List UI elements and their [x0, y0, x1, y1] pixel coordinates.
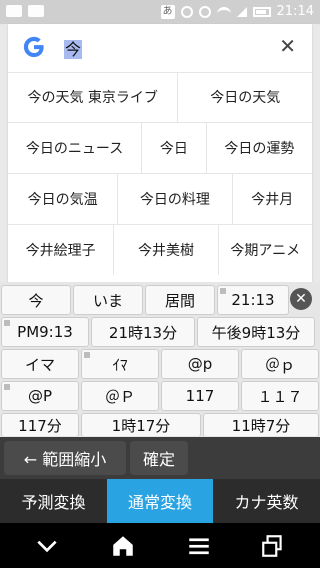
mode-kana-alnum[interactable]: カナ英数 [213, 479, 320, 523]
google-g-icon [23, 36, 44, 58]
narrow-range-button[interactable]: ← 範囲縮小 [4, 441, 126, 475]
clock: 21:14 [276, 4, 314, 19]
candidate-button[interactable]: PM9:13 [1, 317, 89, 347]
candidate-row: 117分 1時17分 11時7分 [0, 412, 320, 436]
alarm-icon [180, 5, 193, 18]
conversion-candidates: 今 いま 居間 21:13 ✕ PM9:13 21時13分 午後9時13分 イマ… [0, 282, 320, 437]
candidate-label: @P [27, 387, 53, 405]
search-input[interactable]: 今 [64, 36, 83, 60]
home-icon[interactable] [110, 533, 136, 559]
candidate-button[interactable]: 1時17分 [81, 413, 201, 436]
recents-icon[interactable] [260, 533, 286, 559]
mode-predictive[interactable]: 予測変換 [0, 479, 107, 523]
suggestion-chip[interactable]: 今日の料理 [118, 174, 233, 224]
candidate-button[interactable]: ＠ｐ [241, 349, 319, 379]
candidate-marker-icon [84, 352, 90, 358]
close-icon[interactable]: ✕ [279, 36, 296, 56]
candidate-button[interactable]: ＠Ｐ [81, 381, 159, 411]
confirm-button[interactable]: 確定 [130, 441, 188, 475]
candidate-marker-icon [4, 384, 10, 390]
suggestion-chip[interactable]: 今井絵理子 [8, 225, 115, 275]
signal-icon [236, 6, 247, 17]
candidate-label: ｲﾏ [112, 355, 128, 374]
candidate-button[interactable]: @P [1, 381, 79, 411]
candidate-button[interactable]: １１７ [241, 381, 319, 411]
candidate-button[interactable]: 21:13 [217, 285, 289, 315]
candidate-button[interactable]: いま [73, 285, 143, 315]
candidate-label: PM9:13 [17, 323, 73, 341]
mode-normal[interactable]: 通常変換 [107, 479, 213, 523]
navigation-bar [0, 523, 320, 568]
suggestions-grid: 今の天気 東京ライブ 今日の天気 今日のニュース 今日 今日の運勢 今日の気温 … [8, 72, 312, 275]
candidate-row: 今 いま 居間 21:13 ✕ [0, 284, 320, 316]
suggestion-row: 今日の気温 今日の料理 今井月 [8, 174, 312, 225]
candidate-button[interactable]: 117 [161, 381, 239, 411]
close-icon[interactable]: ✕ [290, 288, 312, 310]
candidate-row: @P ＠Ｐ 117 １１７ [0, 380, 320, 412]
suggestion-chip[interactable]: 今日の天気 [178, 72, 312, 122]
candidate-button[interactable]: イマ [1, 349, 79, 379]
search-bar[interactable]: 今 ✕ [8, 24, 312, 73]
candidate-button[interactable]: 午後9時13分 [197, 317, 315, 347]
menu-icon[interactable] [186, 533, 212, 559]
blocked-icon [198, 5, 211, 18]
candidate-button[interactable]: 11時7分 [203, 413, 319, 436]
suggestion-chip[interactable]: 今井美樹 [114, 225, 219, 275]
status-right: あ 21:14 [160, 4, 314, 19]
notification-icon [6, 5, 22, 17]
keyboard-icon [28, 5, 44, 17]
suggestion-chip[interactable]: 今井月 [233, 174, 312, 224]
suggestion-chip[interactable]: 今日の運勢 [207, 123, 312, 173]
candidate-marker-icon [4, 320, 10, 326]
candidate-row: イマ ｲﾏ @p ＠ｐ [0, 348, 320, 380]
candidate-button[interactable]: 居間 [145, 285, 215, 315]
candidate-button[interactable]: 21時13分 [91, 317, 195, 347]
candidate-label: 21:13 [231, 291, 275, 309]
keyboard-action-bar: ← 範囲縮小 確定 [0, 437, 320, 479]
suggestion-row: 今日のニュース 今日 今日の運勢 [8, 123, 312, 174]
candidate-button[interactable]: 今 [1, 285, 71, 315]
suggestion-chip[interactable]: 今日 [142, 123, 207, 173]
conversion-mode-bar: 予測変換 通常変換 カナ英数 [0, 479, 320, 523]
chevron-down-icon[interactable] [34, 533, 60, 559]
suggestion-chip[interactable]: 今期アニメ [219, 225, 312, 275]
status-bar: あ 21:14 [0, 0, 320, 24]
status-left-icons [6, 5, 44, 17]
input-mode-indicator: あ [160, 4, 175, 19]
candidate-marker-icon [220, 288, 226, 294]
suggestion-chip[interactable]: 今日の気温 [8, 174, 119, 224]
suggestion-row: 今の天気 東京ライブ 今日の天気 [8, 72, 312, 123]
wifi-icon [216, 6, 231, 17]
candidate-button[interactable]: @p [161, 349, 239, 379]
suggestion-chip[interactable]: 今日のニュース [8, 123, 143, 173]
battery-icon [252, 6, 271, 17]
suggestion-chip[interactable]: 今の天気 東京ライブ [8, 72, 179, 122]
search-card: 今 ✕ 今の天気 東京ライブ 今日の天気 今日のニュース 今日 今日の運勢 今日… [8, 24, 312, 282]
candidate-button[interactable]: ｲﾏ [81, 349, 159, 379]
candidate-button[interactable]: 117分 [1, 413, 79, 436]
suggestion-row: 今井絵理子 今井美樹 今期アニメ [8, 225, 312, 275]
search-query[interactable]: 今 [64, 40, 83, 59]
candidate-row: PM9:13 21時13分 午後9時13分 [0, 316, 320, 348]
